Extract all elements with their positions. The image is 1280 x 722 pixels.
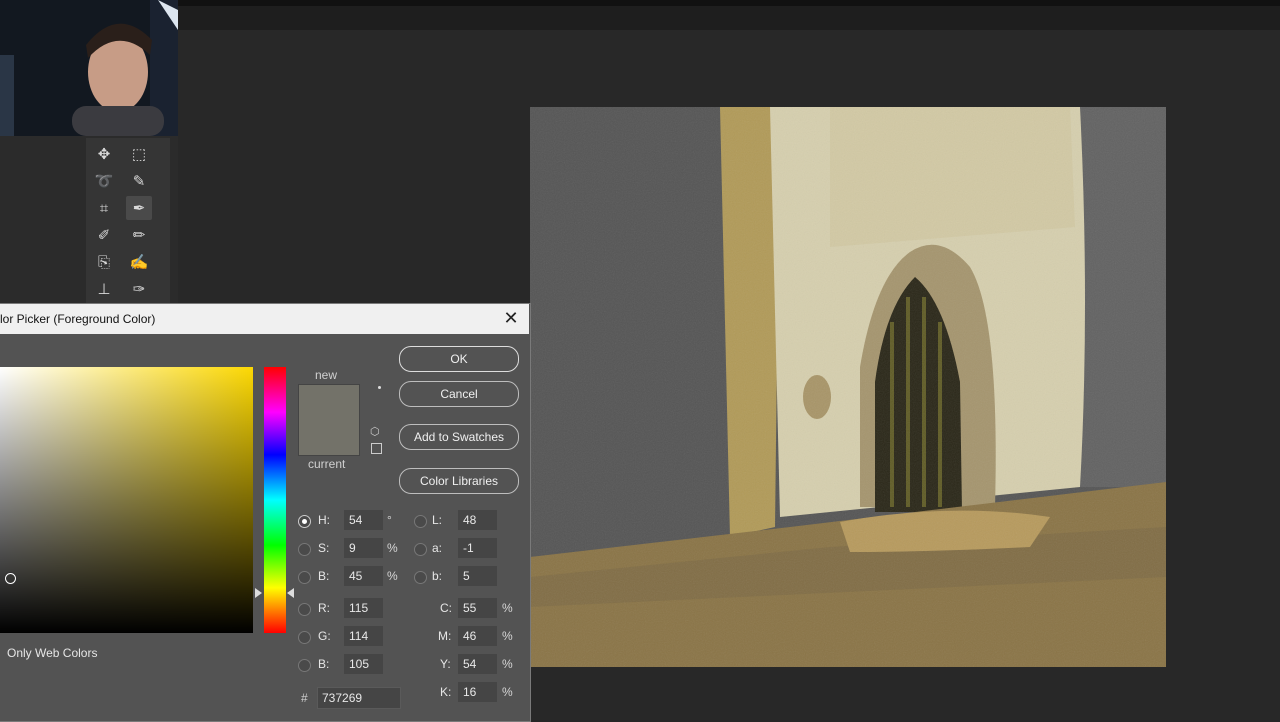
lab-a-radio[interactable] [414,543,427,556]
brightness-radio[interactable] [298,571,311,584]
lab-a-input[interactable]: -1 [458,538,497,558]
hex-symbol: # [301,691,308,705]
green-radio[interactable] [298,631,311,644]
web-safe-swatch-icon[interactable] [371,443,382,454]
cyan-row: C: 55 % [440,598,520,620]
color-picker-dialog: lor Picker (Foreground Color) ✕ new curr… [0,303,531,722]
hue-slider[interactable] [264,367,286,633]
saturation-unit: % [387,541,398,555]
saturation-radio[interactable] [298,543,311,556]
hue-row: H: 54 ° [298,510,408,532]
move-tool-icon[interactable]: ✥ [91,142,117,166]
lab-a-row: a: -1 [414,538,514,560]
new-color-label: new [315,368,338,382]
dialog-title-bar[interactable]: lor Picker (Foreground Color) ✕ [0,304,529,334]
lab-b-input[interactable]: 5 [458,566,497,586]
close-icon[interactable]: ✕ [501,308,521,329]
web-safe-cube-icon[interactable]: ⬡ [370,425,380,438]
stamp-tool-icon[interactable]: ⊥ [91,277,117,301]
black-label: K: [440,685,452,699]
only-web-colors-label[interactable]: Only Web Colors [7,646,97,660]
black-row: K: 16 % [440,682,520,704]
quick-select-tool-icon[interactable]: ✎ [126,169,152,193]
brightness-row: B: 45 % [298,566,408,588]
eyedropper-tool-icon[interactable]: ✒ [126,196,152,220]
hue-input[interactable]: 54 [344,510,383,530]
brightness-input[interactable]: 45 [344,566,383,586]
brush-tool-icon[interactable]: ✐ [91,223,117,247]
magenta-input[interactable]: 46 [458,626,497,646]
hue-unit: ° [387,513,392,527]
red-radio[interactable] [298,603,311,616]
cyan-unit: % [502,601,513,615]
art-history-tool-icon[interactable]: ✑ [126,277,152,301]
magenta-label: M: [438,629,452,643]
lab-l-row: L: 48 [414,510,514,532]
current-color-label: current [308,457,346,471]
red-input[interactable]: 115 [344,598,383,618]
lab-b-radio[interactable] [414,571,427,584]
add-to-swatches-button[interactable]: Add to Swatches [399,424,519,450]
red-row: R: 115 [298,598,408,620]
brightness-unit: % [387,569,398,583]
ok-button[interactable]: OK [399,346,519,372]
red-label: R: [318,601,330,615]
lab-l-radio[interactable] [414,515,427,528]
tools-panel: ✥ ⬚ ➰ ✎ ⌗ ✒ ✐ ✏ ⎘ ✍ ⊥ ✑ [86,138,170,304]
color-libraries-button[interactable]: Color Libraries [399,468,519,494]
document-canvas[interactable] [530,107,1166,667]
lasso-tool-icon[interactable]: ➰ [91,169,117,193]
blue-label: B: [318,657,330,671]
webcam-overlay [0,0,178,136]
green-label: G: [318,629,331,643]
dialog-title: lor Picker (Foreground Color) [0,312,156,326]
lab-b-label: b: [432,569,443,583]
cancel-button[interactable]: Cancel [399,381,519,407]
crop-tool-icon[interactable]: ⌗ [91,196,117,220]
cyan-input[interactable]: 55 [458,598,497,618]
hue-label: H: [318,513,330,527]
blue-radio[interactable] [298,659,311,672]
saturation-input[interactable]: 9 [344,538,383,558]
lab-l-label: L: [432,513,443,527]
black-input[interactable]: 16 [458,682,497,702]
green-input[interactable]: 114 [344,626,383,646]
color-preview-swatch [298,384,360,456]
gamut-dot-icon [378,386,381,389]
history-brush-tool-icon[interactable]: ✍ [126,250,152,274]
hue-radio[interactable] [298,515,311,528]
magenta-unit: % [502,629,513,643]
blue-row: B: 105 [298,654,408,676]
saturation-brightness-field[interactable] [0,367,253,633]
lab-b-row: b: 5 [414,566,514,588]
yellow-row: Y: 54 % [440,654,520,676]
lab-a-label: a: [432,541,443,555]
hue-slider-left-handle[interactable] [255,588,262,598]
clone-tool-icon[interactable]: ⎘ [91,250,117,274]
pencil-tool-icon[interactable]: ✏ [126,223,152,247]
green-row: G: 114 [298,626,408,648]
yellow-input[interactable]: 54 [458,654,497,674]
lab-l-input[interactable]: 48 [458,510,497,530]
cyan-label: C: [440,601,452,615]
yellow-unit: % [502,657,513,671]
saturation-row: S: 9 % [298,538,408,560]
yellow-label: Y: [440,657,451,671]
hex-input[interactable]: 737269 [317,687,401,709]
brightness-label: B: [318,569,330,583]
color-selector-circle[interactable] [5,573,16,584]
hue-slider-right-handle[interactable] [287,588,294,598]
blue-input[interactable]: 105 [344,654,383,674]
black-unit: % [502,685,513,699]
marquee-tool-icon[interactable]: ⬚ [126,142,152,166]
saturation-label: S: [318,541,330,555]
magenta-row: M: 46 % [438,626,520,648]
